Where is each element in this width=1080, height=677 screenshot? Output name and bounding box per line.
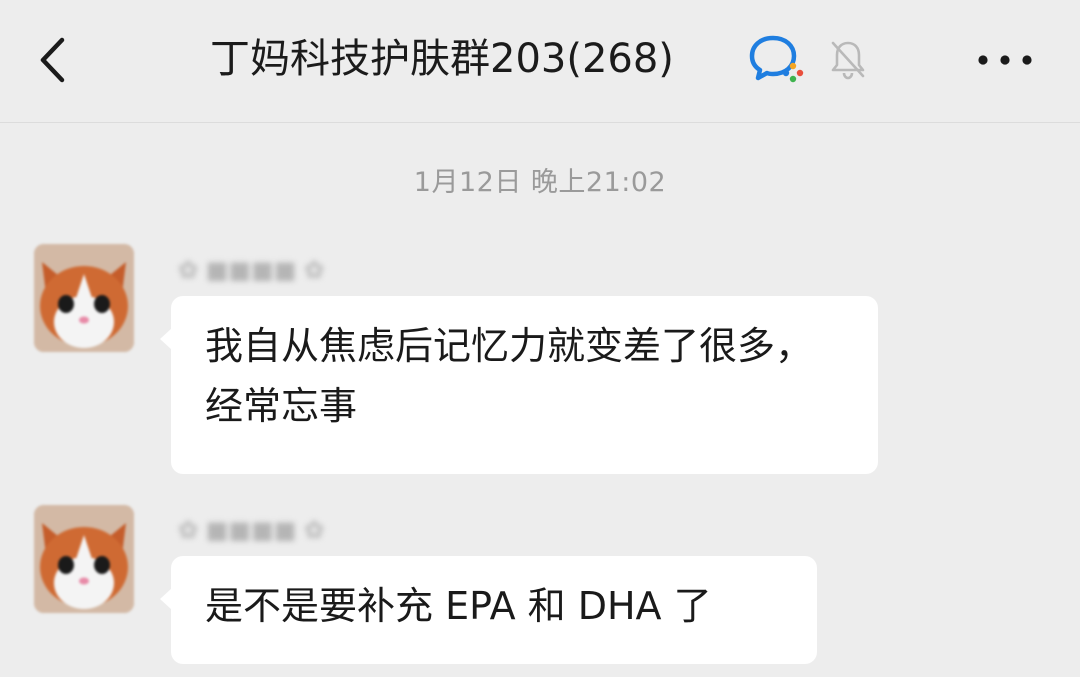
back-button[interactable] [30,30,80,90]
more-dots-icon [978,55,1032,65]
message-text: 是不是要补充 EPA 和 DHA 了 [205,584,712,628]
cat-avatar-icon [34,505,134,613]
message-timestamp: 1月12日 晚上21:02 [413,167,667,198]
cat-avatar-icon [34,244,134,352]
more-options-button[interactable] [970,40,1040,80]
sender-avatar[interactable] [34,244,134,352]
message-bubble[interactable]: 是不是要补充 EPA 和 DHA 了 [160,556,817,664]
chat-screen: 丁妈科技护肤群203(268) 1月12日 晚上21:02 ✿ ■■■■ ✿ 我… [0,0,1080,677]
wecom-chat-icon [748,32,806,84]
message-bubble[interactable]: 我自从焦虑后记忆力就变差了很多，经常忘事 [160,296,878,474]
group-name: 丁妈科技护肤群203(268) [210,36,674,82]
sender-avatar[interactable] [34,505,134,613]
bell-off-icon [828,38,868,80]
sender-name: ✿ ■■■■ ✿ [178,516,325,544]
chevron-left-icon [40,37,65,83]
chat-title: 丁妈科技护肤群203(268) [210,24,674,94]
chat-header: 丁妈科技护肤群203(268) [0,0,1080,123]
message-text: 我自从焦虑后记忆力就变差了很多，经常忘事 [205,324,814,428]
sender-name: ✿ ■■■■ ✿ [178,256,325,284]
